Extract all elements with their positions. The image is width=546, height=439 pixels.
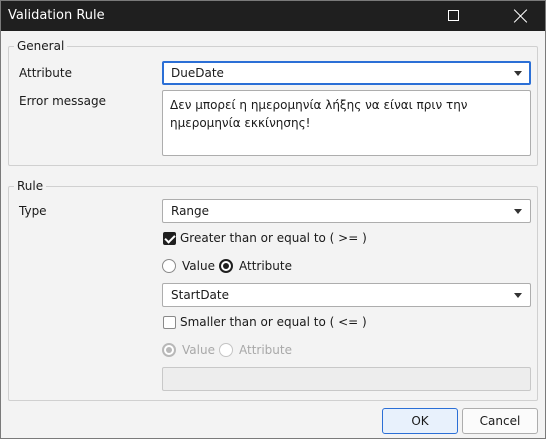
smaller-value-radio-label: Value [182,343,215,357]
type-dropdown-value: Range [171,204,210,218]
attribute-dropdown-value: DueDate [171,66,224,80]
attribute-dropdown[interactable]: DueDate [162,61,531,85]
rule-group-legend: Rule [14,179,47,193]
smaller-than-checkbox[interactable] [163,316,176,329]
greater-attribute-radio-label: Attribute [239,259,292,273]
chevron-down-icon [514,71,522,76]
greater-attribute-dropdown[interactable]: StartDate [162,283,531,307]
smaller-attribute-radio[interactable] [219,343,233,357]
greater-than-checkbox[interactable] [163,232,176,245]
chevron-down-icon [514,293,522,298]
smaller-attribute-radio-label: Attribute [239,343,292,357]
type-dropdown[interactable]: Range [162,199,531,223]
greater-attribute-dropdown-value: StartDate [171,288,229,302]
greater-value-radio-label: Value [182,259,215,273]
greater-attribute-radio[interactable] [219,259,233,273]
window-title: Validation Rule [8,8,105,23]
smaller-value-radio[interactable] [162,343,176,357]
attribute-label: Attribute [19,66,72,80]
greater-value-radio[interactable] [162,259,176,273]
maximize-button[interactable] [431,1,477,31]
chevron-down-icon [514,209,522,214]
smaller-than-label: Smaller than or equal to ( <= ) [180,315,367,329]
close-button[interactable] [499,1,545,31]
cancel-button[interactable]: Cancel [462,408,538,434]
close-icon [514,9,528,23]
type-label: Type [19,204,47,218]
maximize-icon [448,10,459,21]
error-message-label: Error message [19,94,106,108]
general-group-legend: General [14,39,68,53]
smaller-value-input[interactable] [162,367,531,391]
greater-than-label: Greater than or equal to ( >= ) [180,231,367,245]
error-message-field[interactable]: Δεν μπορεί η ημερομηνία λήξης να είναι π… [162,90,531,156]
validation-rule-dialog: Validation Rule General Attribute DueDat… [0,0,546,439]
title-bar: Validation Rule [1,1,545,31]
ok-button[interactable]: OK [382,408,458,434]
